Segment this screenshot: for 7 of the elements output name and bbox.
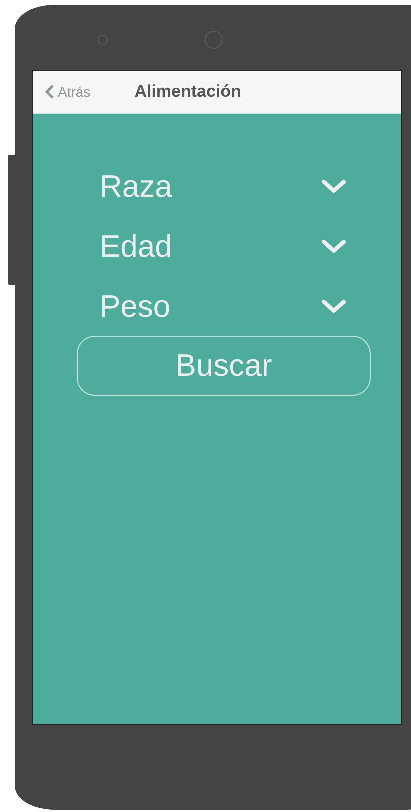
search-button[interactable]: Buscar [77,336,371,396]
filter-dropdown[interactable]: Edad [33,217,401,277]
back-button[interactable]: Atrás [45,82,91,102]
screen-title: Alimentación [134,81,242,104]
filter-dropdown[interactable]: Peso [33,277,401,337]
back-icon [45,85,55,99]
filter-dropdown[interactable]: Raza [33,157,401,217]
